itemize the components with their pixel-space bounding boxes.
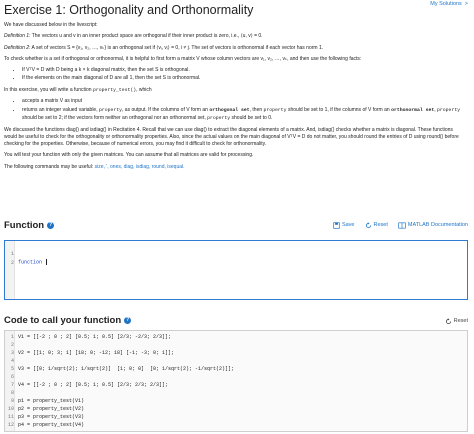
page-title: Exercise 1: Orthogonality and Orthonorma… xyxy=(4,3,254,17)
exercise-text: In this exercise, you will write a funct… xyxy=(4,87,464,95)
code-text: p4 = property_test(V4) xyxy=(18,422,85,428)
code-line: 1 function xyxy=(5,244,467,265)
returns-pre: returns an integer valued variable, xyxy=(22,106,98,113)
requirements-list: accepts a matrix V as input returns an i… xyxy=(22,98,464,122)
returns-mid1: , as output. If the columns of V form an xyxy=(122,106,208,113)
reset-icon xyxy=(445,318,451,325)
function-title-label: Function xyxy=(4,220,45,231)
my-solutions-label: My Solutions xyxy=(430,1,462,7)
definition-1-label: Definition 1: xyxy=(4,33,31,40)
call-section-title: Code to call your function ? xyxy=(4,314,132,328)
line-number: 2 xyxy=(10,342,14,348)
returns-mid4: , xyxy=(434,106,436,113)
returns-end: should be set to 0. xyxy=(231,114,273,121)
code-text: p2 = property_test(V2) xyxy=(18,406,85,412)
code-line: 2 xyxy=(5,253,467,266)
exercise-pre: In this exercise, you will write a funct… xyxy=(4,86,92,93)
code-text: V4 = [[-2 ; 0 ; 2] [0.5; 1; 0.5] [2/3; 2… xyxy=(18,382,169,388)
fact-orthonormal: If the elements on the main diagonal of … xyxy=(22,75,464,82)
commands-links[interactable]: size, ', ones, diag, isdiag, round, iseq… xyxy=(95,164,185,170)
definition-2-text: A set of vectors S = {v₁, v₂, …, vₖ} is … xyxy=(31,44,324,51)
intro-text: We have discussed below in the livescrip… xyxy=(4,22,98,28)
returns-orthogonal: orthogonal set xyxy=(209,107,250,113)
matlab-documentation-button[interactable]: MATLAB Documentation xyxy=(398,222,468,230)
returns-mid2: , then xyxy=(249,106,263,113)
call-reset-label: Reset xyxy=(453,318,468,324)
help-icon[interactable]: ? xyxy=(47,222,55,230)
returns-mid3: should be set to 1, if the columns of V … xyxy=(287,106,390,113)
returns-var3: property xyxy=(437,107,461,113)
definition-1-text: The vectors u and v in an inner product … xyxy=(31,33,263,40)
line-number: 10 xyxy=(7,406,14,412)
matlab-label: MATLAB Documentation xyxy=(407,222,468,228)
exercise-function-name: property_test() xyxy=(92,87,137,93)
line-number: 1 xyxy=(10,334,14,340)
code-text: V2 = [[1; 0; 3; 1] [18; 0; -12; 18] [-1;… xyxy=(18,350,175,356)
returns-var2: property xyxy=(263,107,287,113)
exercise-post: , which xyxy=(136,86,152,93)
test-text: You will test your function with only th… xyxy=(4,152,254,159)
reset-button[interactable]: Reset xyxy=(365,222,388,230)
fact-orthogonal: If VᵀV = D with D being a k × k diagonal… xyxy=(22,67,464,74)
returns-var4: property xyxy=(207,115,231,121)
chevron-right-icon: > xyxy=(464,1,468,7)
line-number: 4 xyxy=(10,358,14,364)
function-toolbar: Save Reset MATLAB Documentation xyxy=(333,222,468,230)
my-solutions-link[interactable]: My Solutions > xyxy=(430,1,468,9)
save-icon xyxy=(333,222,340,230)
save-label: Save xyxy=(341,222,355,228)
returns-var: property xyxy=(99,107,123,113)
matlab-doc-icon xyxy=(398,222,406,229)
code-line: 12 p4 = property_test(V4) xyxy=(5,422,467,431)
call-title-label: Code to call your function xyxy=(4,315,122,326)
code-text: V1 = [[-2 ; 0 ; 2] [0.5; 1; 0.5] [2/3; -… xyxy=(18,334,172,340)
problem-description: We have discussed below in the livescrip… xyxy=(4,22,464,175)
definition-2-label: Definition 2: xyxy=(4,44,31,51)
call-code-editor[interactable]: 1 V1 = [[-2 ; 0 ; 2] [0.5; 1; 0.5] [2/3; … xyxy=(4,330,468,432)
code-text: p3 = property_test(V3) xyxy=(18,414,85,420)
definition-1: Definition 1: The vectors u and v in an … xyxy=(4,33,464,40)
commands-text: The following commands may be useful: si… xyxy=(4,164,464,171)
diag-text: We discussed the functions diag() and is… xyxy=(4,126,459,148)
commands-pre: The following commands may be useful: xyxy=(4,163,94,170)
returns-mid5: should be set to 2; if the vectors form … xyxy=(22,114,206,121)
help-icon[interactable]: ? xyxy=(124,317,132,325)
save-button[interactable]: Save xyxy=(333,222,355,230)
line-number: 6 xyxy=(10,374,14,380)
line-number: 11 xyxy=(7,414,14,420)
line-number: 2 xyxy=(10,260,14,267)
requirement-accepts: accepts a matrix V as input xyxy=(22,98,464,105)
reset-label: Reset xyxy=(373,222,388,228)
line-number: 7 xyxy=(10,382,14,388)
requirement-returns: returns an integer valued variable, prop… xyxy=(22,107,464,123)
code-text: V3 = [[0; 1/sqrt(2); 1/sqrt(2)] [1; 0; 0… xyxy=(18,366,235,372)
line-number: 3 xyxy=(10,350,14,356)
definition-2: Definition 2: A set of vectors S = {v₁, … xyxy=(4,45,464,52)
header: Exercise 1: Orthogonality and Orthonorma… xyxy=(0,0,474,17)
line-number: 5 xyxy=(10,366,14,372)
line-number: 8 xyxy=(10,390,14,396)
code-text: p1 = property_test(V1) xyxy=(18,398,85,404)
call-reset-button[interactable]: Reset xyxy=(445,318,468,326)
facts-list: If VᵀV = D with D being a k × k diagonal… xyxy=(22,67,464,83)
returns-orthonormal: orthonormal set xyxy=(391,107,435,113)
function-section-title: Function ? xyxy=(4,219,55,233)
line-number: 12 xyxy=(7,422,14,428)
line-number: 9 xyxy=(10,398,14,404)
reset-icon xyxy=(365,222,371,229)
check-text: To check whether is a set if orthogonal … xyxy=(4,55,362,62)
function-editor[interactable]: 1 function 2 xyxy=(4,240,468,300)
